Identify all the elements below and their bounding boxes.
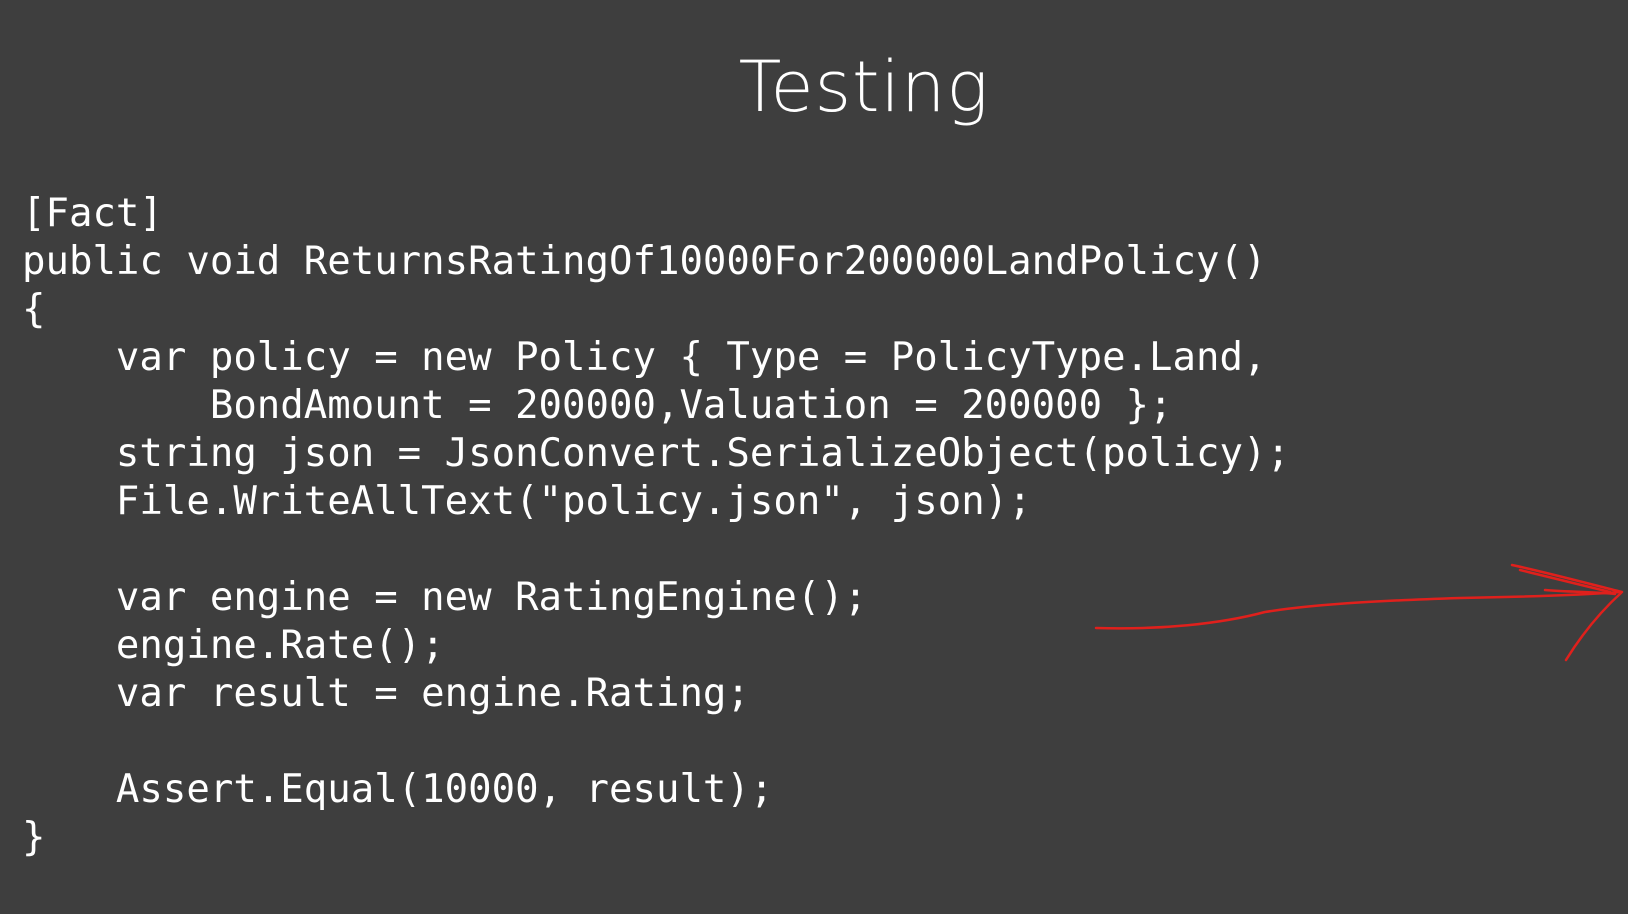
code-line-open-brace: {: [22, 287, 46, 332]
code-line-method-signature: public void ReturnsRatingOf10000For20000…: [22, 239, 1267, 284]
code-line-close-brace: }: [22, 815, 46, 860]
code-line-engine-declaration: var engine = new RatingEngine();: [22, 575, 868, 620]
code-block: [Fact] public void ReturnsRatingOf10000Fo…: [22, 190, 1290, 862]
code-line-write-file: File.WriteAllText("policy.json", json);: [22, 479, 1032, 524]
code-line-policy-declaration: var policy = new Policy { Type = PolicyT…: [22, 335, 1267, 380]
code-line-policy-properties: BondAmount = 200000,Valuation = 200000 }…: [22, 383, 1173, 428]
slide-title: Testing: [738, 46, 990, 128]
code-line-fact-attribute: [Fact]: [22, 191, 163, 236]
code-line-engine-rate: engine.Rate();: [22, 623, 445, 668]
presentation-slide: Testing [Fact] public void ReturnsRatingO…: [0, 0, 1628, 914]
code-line-assert: Assert.Equal(10000, result);: [22, 767, 774, 812]
code-line-serialize: string json = JsonConvert.SerializeObjec…: [22, 431, 1290, 476]
code-line-result: var result = engine.Rating;: [22, 671, 750, 716]
